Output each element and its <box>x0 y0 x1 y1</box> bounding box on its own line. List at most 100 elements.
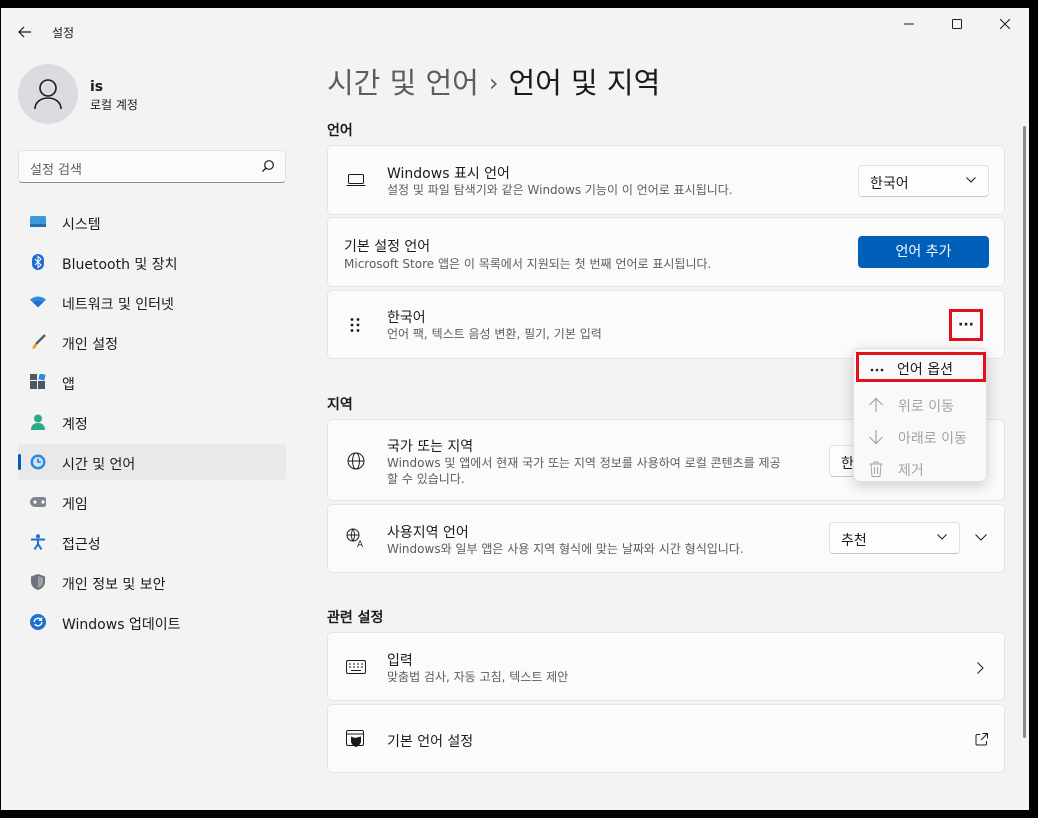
menu-item-move-down[interactable]: 아래로 이동 <box>858 422 984 452</box>
card-desc-line1: Windows 및 앱에서 현재 국가 또는 지역 정보를 사용하여 로컬 콘텐… <box>387 456 781 470</box>
sidebar-item-bluetooth[interactable]: Bluetooth 및 장치 <box>18 244 286 280</box>
search-placeholder: 설정 검색 <box>30 163 82 178</box>
gaming-icon <box>30 494 46 510</box>
globe-icon <box>346 451 366 471</box>
sidebar-item-accessibility[interactable]: 접근성 <box>18 524 286 560</box>
more-icon: ··· <box>958 317 974 333</box>
section-title-language: 언어 <box>327 123 353 139</box>
card-preferred-language: 기본 설정 언어 Microsoft Store 앱은 이 목록에서 지원되는 … <box>327 217 1005 287</box>
search-input[interactable]: 설정 검색 <box>18 150 286 183</box>
menu-item-label: 아래로 이동 <box>898 431 967 447</box>
trash-icon <box>868 461 884 477</box>
breadcrumb-separator: › <box>488 69 499 97</box>
dropdown-value: 한국어 <box>870 176 909 192</box>
sidebar-item-time-language[interactable]: 시간 및 언어 <box>18 444 286 480</box>
arrow-left-icon <box>18 26 31 38</box>
person-icon <box>34 79 62 110</box>
card-desc: Windows와 일부 앱은 사용 지역 형식에 맞는 날짜와 시간 형식입니다… <box>387 542 744 556</box>
card-title: 기본 설정 언어 <box>344 239 431 255</box>
sidebar-item-label: 개인 설정 <box>62 337 118 353</box>
sidebar-item-label: 계정 <box>62 417 88 433</box>
app-title: 설정 <box>52 26 75 40</box>
card-desc: 맞춤법 검사, 자동 고침, 텍스트 제안 <box>387 670 569 684</box>
add-language-button[interactable]: 언어 추가 <box>858 236 989 268</box>
shield-icon <box>30 574 46 590</box>
title-bar: 설정 <box>1 8 1029 54</box>
menu-item-remove[interactable]: 제거 <box>858 454 984 484</box>
sidebar-item-apps[interactable]: 앱 <box>18 364 286 400</box>
sidebar-item-label: 개인 정보 및 보안 <box>62 577 166 593</box>
menu-item-label: 언어 옵션 <box>897 362 953 378</box>
card-desc: 언어 팩, 텍스트 음성 변환, 필기, 기본 입력 <box>387 327 602 341</box>
card-desc: Microsoft Store 앱은 이 목록에서 지원되는 첫 번째 언어로 … <box>344 257 712 271</box>
card-title: 한국어 <box>387 310 426 326</box>
network-icon <box>30 294 46 310</box>
section-title-related: 관련 설정 <box>327 610 384 626</box>
system-icon <box>30 214 46 230</box>
sidebar-item-label: 시간 및 언어 <box>62 457 136 473</box>
card-title: 기본 언어 설정 <box>387 734 474 750</box>
display-language-dropdown[interactable]: 한국어 <box>858 165 989 197</box>
menu-item-language-options[interactable]: 언어 옵션 <box>856 352 986 382</box>
scrollbar[interactable] <box>1023 126 1026 738</box>
back-button[interactable] <box>11 20 39 44</box>
sidebar-item-label: Bluetooth 및 장치 <box>62 257 178 273</box>
profile-account-type: 로컬 계정 <box>90 98 138 112</box>
card-desc-line2: 할 수 있습니다. <box>387 472 465 486</box>
maximize-icon <box>952 19 962 29</box>
expand-chevron-icon[interactable] <box>975 534 987 541</box>
more-icon <box>869 362 885 378</box>
card-admin-language[interactable]: 기본 언어 설정 <box>327 704 1005 773</box>
chevron-right-icon <box>977 662 984 674</box>
more-options-button[interactable]: ··· <box>949 309 983 341</box>
dropdown-value: 한 <box>841 456 854 472</box>
card-typing[interactable]: 입력 맞춤법 검사, 자동 고침, 텍스트 제안 <box>327 632 1005 701</box>
external-link-icon <box>975 733 988 746</box>
close-button[interactable] <box>981 8 1029 40</box>
card-title: 국가 또는 지역 <box>387 439 474 455</box>
minimize-button[interactable] <box>885 8 933 40</box>
sidebar-item-system[interactable]: 시스템 <box>18 204 286 240</box>
sidebar-item-label: 네트워크 및 인터넷 <box>62 297 174 313</box>
card-title: 사용지역 언어 <box>387 525 469 541</box>
drag-handle-icon[interactable] <box>345 315 365 335</box>
search-icon <box>262 160 274 172</box>
sidebar-item-privacy[interactable]: 개인 정보 및 보안 <box>18 564 286 600</box>
accessibility-icon <box>30 534 46 550</box>
admin-language-icon <box>346 729 366 749</box>
menu-item-label: 제거 <box>898 463 924 479</box>
menu-item-move-up[interactable]: 위로 이동 <box>858 390 984 420</box>
sidebar-item-personalization[interactable]: 개인 설정 <box>18 324 286 360</box>
minimize-icon <box>904 23 914 25</box>
sidebar-item-gaming[interactable]: 게임 <box>18 484 286 520</box>
account-icon <box>30 414 46 430</box>
dropdown-value: 추천 <box>841 533 867 549</box>
chevron-down-icon <box>966 177 976 183</box>
time-language-icon <box>30 454 46 470</box>
language-format-icon: A <box>346 528 366 548</box>
sidebar-nav: 시스템 Bluetooth 및 장치 네트워크 및 인터넷 개인 설정 앱 계정… <box>18 204 286 644</box>
laptop-icon <box>346 170 366 190</box>
page-title: 언어 및 지역 <box>508 66 661 100</box>
keyboard-icon <box>346 657 366 677</box>
sidebar-item-label: 시스템 <box>62 217 101 233</box>
section-title-region: 지역 <box>327 397 353 413</box>
card-regional-format: A 사용지역 언어 Windows와 일부 앱은 사용 지역 형식에 맞는 날짜… <box>327 504 1005 573</box>
brush-icon <box>30 334 46 350</box>
sidebar-item-label: Windows 업데이트 <box>62 617 181 633</box>
bluetooth-icon <box>30 254 46 270</box>
close-icon <box>1000 19 1010 29</box>
sidebar-item-label: 앱 <box>62 377 75 393</box>
sidebar-item-network[interactable]: 네트워크 및 인터넷 <box>18 284 286 320</box>
update-icon <box>30 614 46 630</box>
language-context-menu: 언어 옵션 위로 이동 아래로 이동 제거 <box>853 348 987 482</box>
avatar[interactable] <box>18 64 78 124</box>
regional-format-dropdown[interactable]: 추천 <box>829 522 960 554</box>
arrow-up-icon <box>868 397 884 413</box>
maximize-button[interactable] <box>933 8 981 40</box>
sidebar-item-accounts[interactable]: 계정 <box>18 404 286 440</box>
sidebar-item-windows-update[interactable]: Windows 업데이트 <box>18 604 286 640</box>
sidebar-item-label: 게임 <box>62 497 88 513</box>
card-display-language: Windows 표시 언어 설정 및 파일 탐색기와 같은 Windows 기능… <box>327 145 1005 215</box>
breadcrumb-parent[interactable]: 시간 및 언어 <box>327 66 479 100</box>
